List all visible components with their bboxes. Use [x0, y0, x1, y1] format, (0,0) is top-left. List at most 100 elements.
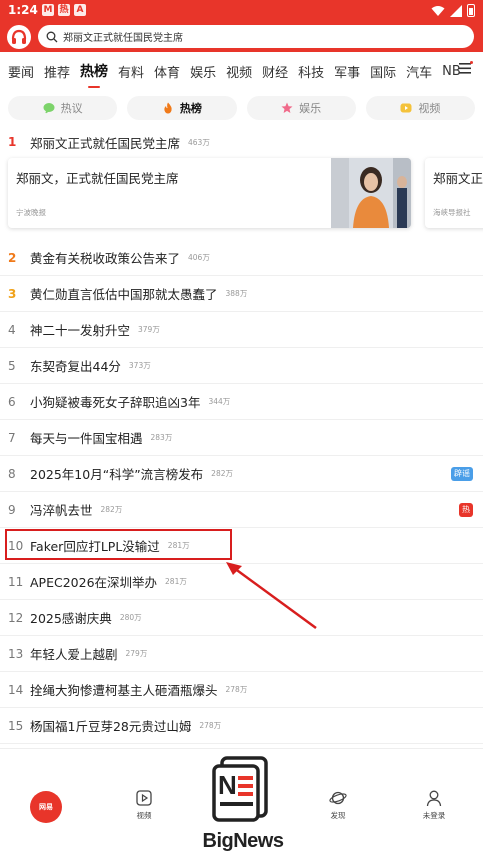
- rank-number: 14: [8, 682, 24, 697]
- app-screen: 1:24 M 热 A 郑丽文正式就任国民党主席 要闻 推荐 热榜 有料 体育 娱…: [0, 0, 483, 858]
- heat-value: 278万: [199, 721, 222, 730]
- heat-value: 281万: [165, 577, 187, 586]
- channel-menu-icon[interactable]: [459, 61, 473, 75]
- hot-item-4[interactable]: 4 神二十一发射升空 379万: [0, 312, 483, 348]
- hot-tag: 热: [459, 503, 473, 517]
- tab-yaowen[interactable]: 要闻: [0, 62, 39, 81]
- hot-item-3[interactable]: 3 黄仁勋直言低估中国那就太愚蠢了 388万: [0, 276, 483, 312]
- nav-label: 视频: [136, 811, 152, 820]
- item-title: 郑丽文正式就任国民党主席: [30, 135, 181, 151]
- item-title: 每天与一件国宝相遇: [30, 431, 143, 446]
- heat-value: 406万: [188, 253, 210, 262]
- svg-text:N: N: [218, 770, 237, 800]
- tab-qiche[interactable]: 汽车: [401, 62, 437, 81]
- item-title: 黄仁勋直言低估中国那就太愚蠢了: [30, 287, 218, 302]
- wifi-icon: [431, 5, 445, 16]
- rank-number: 4: [8, 322, 16, 337]
- nav-video[interactable]: 视频: [114, 789, 174, 821]
- bignews-watermark: N BigNews: [198, 752, 288, 858]
- item-title: 拴绳大狗惨遭柯基主人砸酒瓶爆头: [30, 683, 218, 698]
- tab-rebang[interactable]: 热榜: [75, 61, 113, 88]
- search-bar[interactable]: 郑丽文正式就任国民党主席: [38, 25, 474, 48]
- heat-value: 373万: [128, 361, 151, 370]
- hot-item-15[interactable]: 15 杨国福1斤豆芽28元贵过山姆 278万: [0, 708, 483, 744]
- star-icon: [281, 102, 293, 113]
- pill-shipin[interactable]: 视频: [365, 96, 475, 120]
- notification-icon: A: [74, 4, 86, 16]
- pill-rebang[interactable]: 热榜: [127, 96, 237, 120]
- heat-value: 463万: [188, 137, 210, 147]
- tab-youliao[interactable]: 有料: [113, 62, 149, 81]
- rank-number: 5: [8, 358, 16, 373]
- annotation-arrow: [226, 562, 317, 630]
- card-title: 郑丽文，正式就任国民党主席: [16, 171, 179, 186]
- featured-card[interactable]: 郑丽文，正式就任国民党主席 宁波晚报: [8, 158, 411, 228]
- nav-profile[interactable]: 未登录: [404, 789, 464, 821]
- item-title: APEC2026在深圳举办: [30, 575, 158, 590]
- heat-value: 379万: [138, 325, 160, 334]
- bignews-label: BigNews: [202, 830, 284, 852]
- pill-label: 视频: [418, 102, 441, 115]
- status-bar: 1:24 M 热 A: [0, 0, 483, 22]
- signal-icon: [450, 4, 462, 17]
- app-header: 1:24 M 热 A 郑丽文正式就任国民党主席: [0, 0, 483, 52]
- pill-label: 娱乐: [299, 102, 322, 115]
- system-icons: [431, 4, 475, 17]
- tab-keji[interactable]: 科技: [293, 62, 329, 81]
- item-title: 年轻人爱上越剧: [30, 647, 118, 662]
- chat-bubble-icon: [43, 103, 55, 114]
- hot-item-6[interactable]: 6 小狗疑被毒死女子辞职追凶3年 344万: [0, 384, 483, 420]
- rank-number: 15: [8, 718, 24, 733]
- rank-number: 7: [8, 430, 16, 445]
- featured-card[interactable]: 郑丽文正 海峡导报社: [425, 158, 483, 228]
- item-title: 神二十一发射升空: [30, 323, 131, 338]
- hot-item-14[interactable]: 14 拴绳大狗惨遭柯基主人砸酒瓶爆头 278万: [0, 672, 483, 708]
- notification-icons: M 热 A: [42, 4, 86, 16]
- home-tab[interactable]: 网易: [30, 791, 62, 823]
- heat-value: 278万: [225, 685, 248, 694]
- nav-discover[interactable]: 发现: [308, 789, 368, 821]
- rank-number: 8: [8, 466, 16, 481]
- card-title: 郑丽文正: [433, 171, 483, 186]
- item-title: 小狗疑被毒死女子辞职追凶3年: [30, 395, 201, 410]
- nav-label: 发现: [330, 811, 346, 820]
- tab-tiyu[interactable]: 体育: [149, 62, 185, 81]
- pill-yule[interactable]: 娱乐: [246, 96, 356, 120]
- item-title: 冯淬帆去世: [30, 503, 93, 518]
- battery-icon: [467, 4, 475, 17]
- search-input[interactable]: 郑丽文正式就任国民党主席: [63, 29, 183, 44]
- tab-tuijian[interactable]: 推荐: [39, 62, 75, 81]
- tab-shipin[interactable]: 视频: [221, 62, 257, 81]
- pill-reyi[interactable]: 热议: [8, 96, 118, 120]
- nav-label: 未登录: [422, 811, 446, 820]
- hot-item-13[interactable]: 13 年轻人爱上越剧 279万: [0, 636, 483, 672]
- heat-value: 280万: [119, 613, 142, 622]
- highlight-box: [5, 529, 232, 560]
- heat-value: 388万: [225, 289, 248, 298]
- notification-icon: 热: [58, 4, 70, 16]
- planet-icon: [329, 791, 347, 805]
- hot-item-8[interactable]: 8 2025年10月“科学”流言榜发布 282万 辟谣: [0, 456, 483, 492]
- hot-item-5[interactable]: 5 东契奇复出44分 373万: [0, 348, 483, 384]
- app-logo-icon[interactable]: [7, 25, 31, 49]
- item-title: 东契奇复出44分: [30, 359, 121, 374]
- tab-junshi[interactable]: 军事: [329, 62, 365, 81]
- featured-cards: 郑丽文，正式就任国民党主席 宁波晚报 郑丽文正 海峡导报社: [0, 158, 483, 234]
- rank-number: 1: [8, 135, 17, 149]
- heat-value: 282万: [100, 505, 123, 514]
- heat-value: 344万: [208, 397, 231, 406]
- rank-number: 13: [8, 646, 24, 661]
- hot-item-2[interactable]: 2 黄金有关税收政策公告来了 406万: [0, 240, 483, 276]
- hot-item-7[interactable]: 7 每天与一件国宝相遇 283万: [0, 420, 483, 456]
- tab-caijing[interactable]: 财经: [257, 62, 293, 81]
- heat-value: 283万: [150, 433, 173, 442]
- tab-guoji[interactable]: 国际: [365, 62, 401, 81]
- hot-category-pills: 热议 热榜 娱乐 视频: [8, 96, 475, 120]
- search-icon: [46, 31, 58, 42]
- item-title: 2025年10月“科学”流言榜发布: [30, 467, 204, 482]
- hot-item-9[interactable]: 9 冯淬帆去世 282万 热: [0, 492, 483, 528]
- rank-number: 6: [8, 394, 16, 409]
- heat-value: 279万: [125, 649, 148, 658]
- tab-yule[interactable]: 娱乐: [185, 62, 221, 81]
- hot-item-1[interactable]: 1 郑丽文正式就任国民党主席 463万: [0, 124, 483, 160]
